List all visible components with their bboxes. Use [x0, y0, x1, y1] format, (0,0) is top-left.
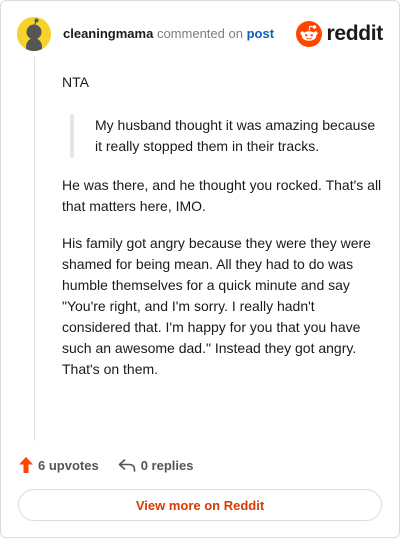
thread-line[interactable] [34, 57, 35, 441]
upvote-arrow-icon [19, 457, 33, 473]
reddit-logo[interactable]: reddit [296, 21, 383, 47]
view-more-button[interactable]: View more on Reddit [18, 489, 382, 521]
comment-header: cleaningmama commented on post [63, 26, 274, 42]
comment-card: cleaningmama commented on post reddit NT… [0, 0, 400, 538]
quote-text: My husband thought it was amazing becaus… [95, 117, 376, 154]
reply-button[interactable]: 0 replies [118, 457, 194, 473]
avatar[interactable] [17, 17, 51, 51]
comment-paragraph: His family got angry because they were t… [62, 235, 371, 377]
blockquote: My husband thought it was amazing becaus… [70, 114, 382, 158]
comment-actions: 6 upvotes 0 replies [19, 457, 193, 473]
upvote-count: 6 upvotes [38, 457, 99, 473]
reddit-snoo-icon [296, 21, 323, 47]
username[interactable]: cleaningmama [63, 26, 153, 41]
comment-paragraph: He was there, and he thought you rocked.… [62, 177, 382, 214]
action-text: commented on [156, 26, 243, 41]
reddit-wordmark: reddit [326, 22, 383, 45]
comment-body: NTA My husband thought it was amazing be… [62, 72, 382, 396]
comment-paragraph: NTA [62, 74, 89, 90]
reply-arrow-icon [118, 458, 135, 472]
upvote-button[interactable]: 6 upvotes [19, 457, 99, 473]
post-link[interactable]: post [247, 26, 274, 41]
snoo-avatar-icon [17, 17, 51, 51]
reply-count: 0 replies [140, 457, 194, 473]
